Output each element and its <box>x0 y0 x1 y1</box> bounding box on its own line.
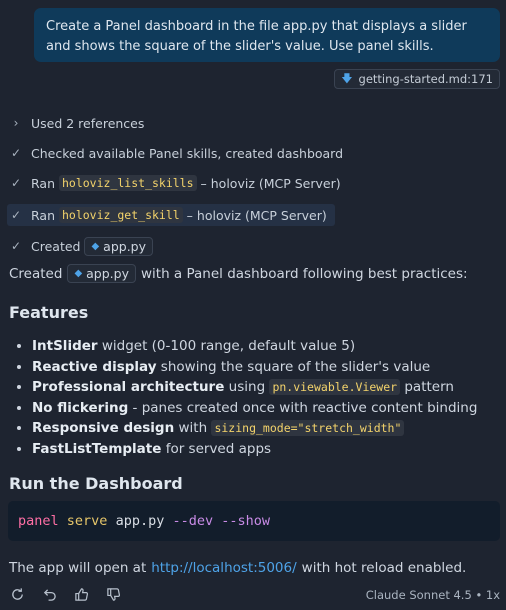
code-flags: --dev --show <box>172 513 271 529</box>
check-icon: ✓ <box>10 146 22 160</box>
check-icon: ✓ <box>10 176 22 190</box>
chevron-right-icon: › <box>13 116 19 130</box>
thumbs-down-icon[interactable] <box>105 586 121 602</box>
list-item: Responsive design with sizing_mode="stre… <box>32 418 477 439</box>
list-item: Professional architecture using pn.viewa… <box>32 377 477 398</box>
list-item: Reactive display showing the square of t… <box>32 357 477 378</box>
file-name: app.py <box>86 266 129 281</box>
code-command: panel <box>18 513 59 529</box>
tool-name: holoviz_get_skill <box>58 207 183 223</box>
features-heading: Features <box>9 303 89 322</box>
check-icon: ✓ <box>10 208 22 222</box>
step-prefix: Ran <box>31 175 55 191</box>
step-text: Checked available Panel skills, created … <box>31 145 344 161</box>
code-subcommand: serve <box>66 513 108 529</box>
summary-line: Created ◆ app.py with a Panel dashboard … <box>9 264 468 283</box>
reference-chip[interactable]: 🡇 getting-started.md:171 <box>334 69 500 89</box>
step-ran-list-skills[interactable]: ✓ Ran holoviz_list_skills – holoviz (MCP… <box>9 172 341 194</box>
closing-suffix: with hot reload enabled. <box>301 560 467 576</box>
user-message-bubble: Create a Panel dashboard in the file app… <box>34 8 500 62</box>
code-block[interactable]: panel serve app.py --dev --show <box>8 501 500 541</box>
list-item: FastListTemplate for served apps <box>32 439 477 460</box>
step-text: Used 2 references <box>31 115 145 131</box>
python-file-icon: ◆ <box>74 268 83 279</box>
step-created-file[interactable]: ✓ Created ◆ app.py <box>9 235 154 257</box>
step-checked-skills[interactable]: ✓ Checked available Panel skills, create… <box>9 142 343 164</box>
download-arrow-icon: 🡇 <box>341 71 353 85</box>
list-item: No flickering - panes created once with … <box>32 398 477 419</box>
response-actions <box>9 586 121 602</box>
step-prefix: Ran <box>31 207 55 223</box>
localhost-link[interactable]: http://localhost:5006/ <box>151 560 296 576</box>
python-file-icon: ◆ <box>91 240 100 252</box>
closing-prefix: The app will open at <box>9 560 147 576</box>
features-list: IntSlider widget (0-100 range, default v… <box>18 336 477 459</box>
file-name: app.py <box>103 238 147 254</box>
undo-icon[interactable] <box>41 586 57 602</box>
user-message-text: Create a Panel dashboard in the file app… <box>46 19 467 54</box>
used-references-toggle[interactable]: › Used 2 references <box>9 112 145 134</box>
summary-suffix: with a Panel dashboard following best pr… <box>140 265 468 282</box>
closing-line: The app will open at http://localhost:50… <box>9 560 466 576</box>
model-label[interactable]: Claude Sonnet 4.5 • 1x <box>366 588 500 602</box>
step-prefix: Created <box>31 238 81 254</box>
run-heading: Run the Dashboard <box>9 474 183 493</box>
retry-icon[interactable] <box>9 586 25 602</box>
file-chip[interactable]: ◆ app.py <box>67 264 136 283</box>
check-icon: ✓ <box>10 239 22 253</box>
list-item: IntSlider widget (0-100 range, default v… <box>32 336 477 357</box>
thumbs-up-icon[interactable] <box>73 586 89 602</box>
step-suffix: – holoviz (MCP Server) <box>200 175 341 191</box>
code-argument: app.py <box>115 513 165 529</box>
step-suffix: – holoviz (MCP Server) <box>186 207 327 223</box>
file-chip[interactable]: ◆ app.py <box>84 236 154 256</box>
summary-prefix: Created <box>9 265 63 282</box>
tool-name: holoviz_list_skills <box>58 175 197 191</box>
reference-chip-label: getting-started.md:171 <box>358 72 493 86</box>
step-ran-get-skill[interactable]: ✓ Ran holoviz_get_skill – holoviz (MCP S… <box>7 204 335 226</box>
